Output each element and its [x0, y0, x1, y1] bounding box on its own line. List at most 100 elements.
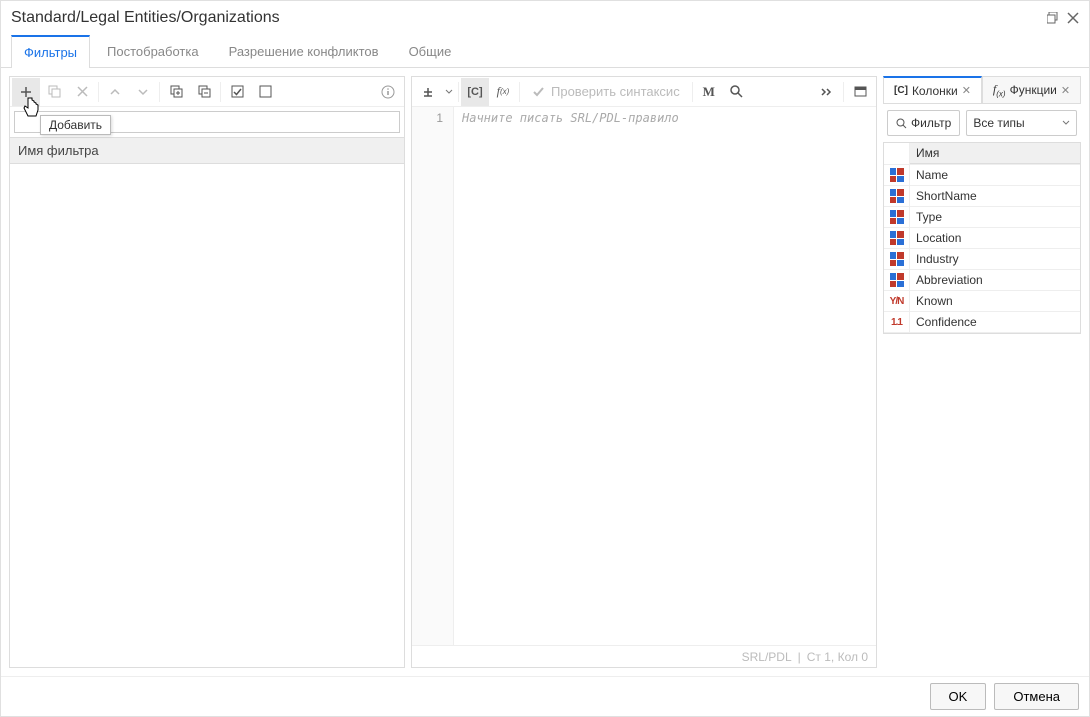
match-icon[interactable]: M [695, 78, 723, 106]
reference-filter-row: Фильтр Все типы [883, 104, 1081, 142]
separator [519, 82, 520, 102]
chevron-down-icon [1062, 119, 1070, 127]
panel-icon[interactable] [846, 78, 874, 106]
body: Имя фильтра [C] f(x) Проверить синтаксис [1, 68, 1089, 676]
field-icon [884, 270, 910, 290]
move-down-button[interactable] [129, 78, 157, 106]
columns-mode-button[interactable]: [C] [461, 78, 489, 106]
column-row[interactable]: Y/NKnown [884, 291, 1080, 312]
reference-filter-label: Фильтр [911, 116, 951, 130]
tab-columns[interactable]: [C] Колонки ✕ [883, 76, 982, 103]
column-row[interactable]: Type [884, 207, 1080, 228]
field-icon [884, 228, 910, 248]
status-language: SRL/PDL [742, 650, 792, 664]
type-select-value: Все типы [973, 116, 1024, 130]
line-number: 1 [412, 111, 443, 125]
tab-postprocessing[interactable]: Постобработка [94, 35, 212, 67]
filters-panel: Имя фильтра [9, 76, 405, 668]
columns-table-header: Имя [884, 143, 1080, 165]
window: Standard/Legal Entities/Organizations Фи… [0, 0, 1090, 717]
tab-columns-label: Колонки [912, 84, 958, 98]
reference-filter-button[interactable]: Фильтр [887, 110, 960, 136]
editor-toolbar: [C] f(x) Проверить синтаксис M [412, 77, 876, 107]
info-icon[interactable] [374, 78, 402, 106]
filter-list-header: Имя фильтра [10, 138, 404, 164]
reference-panel: [C] Колонки ✕ f(x) Функции ✕ Фильтр Все … [883, 76, 1081, 668]
bool-icon: Y/N [884, 291, 910, 311]
column-row[interactable]: Abbreviation [884, 270, 1080, 291]
editor-statusbar: SRL/PDL | Ст 1, Кол 0 [412, 645, 876, 667]
field-icon [884, 249, 910, 269]
columns-prefix-icon: [C] [894, 85, 908, 96]
overflow-icon[interactable] [813, 78, 841, 106]
functions-mode-button[interactable]: f(x) [489, 78, 517, 106]
column-row[interactable]: ShortName [884, 186, 1080, 207]
tab-filters[interactable]: Фильтры [11, 35, 90, 68]
separator [458, 82, 459, 102]
columns-table-header-name: Имя [910, 143, 1080, 164]
number-icon: 1.1 [884, 312, 910, 332]
column-name: Type [910, 207, 1080, 227]
separator [220, 82, 221, 102]
cancel-button[interactable]: Отмена [994, 683, 1079, 710]
uncheck-all-button[interactable] [251, 78, 279, 106]
window-title: Standard/Legal Entities/Organizations [11, 9, 1039, 27]
editor-placeholder: Начните писать SRL/PDL-правило [454, 107, 876, 645]
add-button[interactable] [12, 78, 40, 106]
column-row[interactable]: Industry [884, 249, 1080, 270]
separator [98, 82, 99, 102]
adjust-icon[interactable] [414, 78, 442, 106]
column-name: Name [910, 165, 1080, 185]
column-row[interactable]: 1.1Confidence [884, 312, 1080, 333]
delete-button[interactable] [68, 78, 96, 106]
tab-functions-close-icon[interactable]: ✕ [1061, 84, 1070, 97]
separator [692, 82, 693, 102]
column-name: ShortName [910, 186, 1080, 206]
separator [843, 82, 844, 102]
editor-area[interactable]: 1 Начните писать SRL/PDL-правило [412, 107, 876, 645]
status-sep: | [798, 650, 801, 664]
functions-prefix-icon: f(x) [993, 82, 1006, 98]
collapse-all-button[interactable] [190, 78, 218, 106]
tab-general[interactable]: Общие [396, 35, 465, 67]
tab-conflict-resolution[interactable]: Разрешение конфликтов [216, 35, 392, 67]
close-icon[interactable] [1067, 12, 1079, 24]
reference-tabs: [C] Колонки ✕ f(x) Функции ✕ [883, 76, 1081, 104]
filter-list[interactable] [10, 164, 404, 667]
footer: OK Отмена [1, 676, 1089, 716]
header-icon-cell [884, 143, 910, 164]
copy-button[interactable] [40, 78, 68, 106]
tab-columns-close-icon[interactable]: ✕ [962, 84, 971, 97]
field-icon [884, 186, 910, 206]
status-position: Ст 1, Кол 0 [807, 650, 868, 664]
column-name: Industry [910, 249, 1080, 269]
move-up-button[interactable] [101, 78, 129, 106]
adjust-dropdown-icon[interactable] [442, 78, 456, 106]
check-all-button[interactable] [223, 78, 251, 106]
column-name: Location [910, 228, 1080, 248]
field-icon [884, 207, 910, 227]
restore-icon[interactable] [1047, 12, 1059, 24]
column-name: Confidence [910, 312, 1080, 332]
separator [159, 82, 160, 102]
check-syntax-button[interactable]: Проверить синтаксис [522, 78, 690, 106]
column-row[interactable]: Name [884, 165, 1080, 186]
check-syntax-label: Проверить синтаксис [551, 84, 680, 99]
ok-button[interactable]: OK [930, 683, 987, 710]
column-name: Abbreviation [910, 270, 1080, 290]
editor-panel: [C] f(x) Проверить синтаксис M [411, 76, 877, 668]
expand-all-button[interactable] [162, 78, 190, 106]
field-icon [884, 165, 910, 185]
main-tabs: Фильтры Постобработка Разрешение конфлик… [1, 35, 1089, 68]
column-name: Known [910, 291, 1080, 311]
add-tooltip: Добавить [40, 115, 111, 135]
filters-toolbar [10, 77, 404, 107]
columns-table: Имя NameShortNameTypeLocationIndustryAbb… [883, 142, 1081, 334]
type-select[interactable]: Все типы [966, 110, 1077, 136]
line-gutter: 1 [412, 107, 454, 645]
titlebar: Standard/Legal Entities/Organizations [1, 1, 1089, 35]
search-icon[interactable] [723, 78, 751, 106]
column-row[interactable]: Location [884, 228, 1080, 249]
tab-functions-label: Функции [1010, 83, 1057, 97]
tab-functions[interactable]: f(x) Функции ✕ [982, 76, 1081, 103]
